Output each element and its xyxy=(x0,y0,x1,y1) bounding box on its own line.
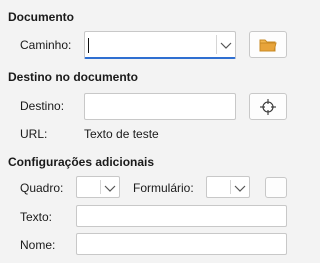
frame-label: Quadro: xyxy=(20,181,64,195)
chevron-down-icon[interactable] xyxy=(234,183,246,193)
combo-separator xyxy=(216,35,217,54)
target-label: Destino: xyxy=(20,99,65,113)
target-picker-button[interactable] xyxy=(249,93,287,120)
combo-separator xyxy=(230,180,231,194)
text-caret xyxy=(88,38,89,53)
form-label: Formulário: xyxy=(133,181,194,195)
name-input[interactable] xyxy=(76,233,287,255)
path-combobox[interactable] xyxy=(84,31,236,59)
text-input[interactable] xyxy=(76,205,287,227)
chevron-down-icon[interactable] xyxy=(220,40,232,50)
folder-icon xyxy=(259,38,277,52)
chevron-down-icon[interactable] xyxy=(104,183,116,193)
combo-separator xyxy=(100,180,101,194)
target-input[interactable] xyxy=(84,93,236,120)
form-options-button[interactable] xyxy=(265,177,287,198)
path-label: Caminho: xyxy=(20,38,72,52)
text-label: Texto: xyxy=(20,210,53,224)
section-title-additional: Configurações adicionais xyxy=(8,155,155,169)
name-label: Nome: xyxy=(20,238,56,252)
frame-combobox[interactable] xyxy=(76,176,120,198)
form-combobox[interactable] xyxy=(206,176,250,198)
open-file-button[interactable] xyxy=(249,31,287,58)
url-value: Texto de teste xyxy=(84,127,159,141)
crosshair-icon xyxy=(259,98,277,116)
section-title-target: Destino no documento xyxy=(8,70,138,84)
section-title-document: Documento xyxy=(8,10,74,24)
url-label: URL: xyxy=(20,127,48,141)
